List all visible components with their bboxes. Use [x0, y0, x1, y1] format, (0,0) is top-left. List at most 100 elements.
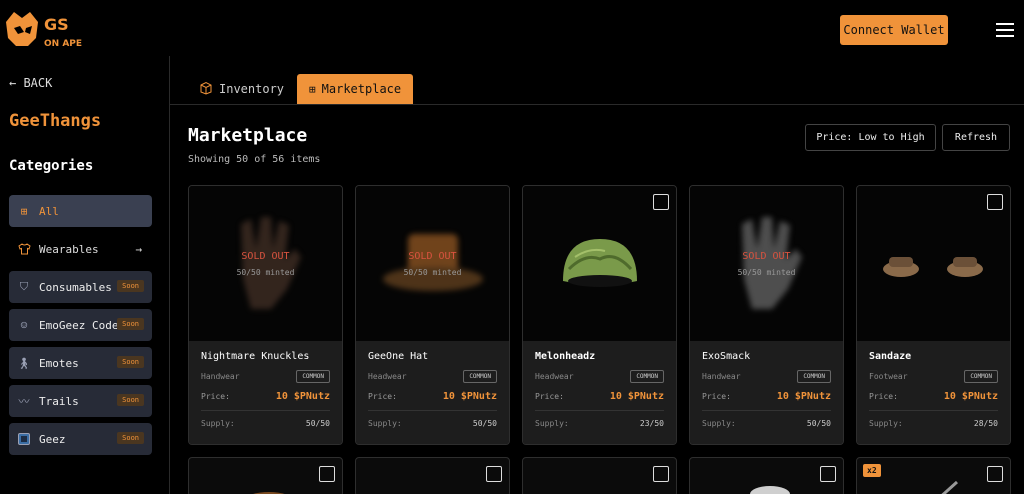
item-info: GeeOne Hat Headwear COMMON Price: 10 $PN…	[356, 341, 509, 444]
item-category: Handwear	[201, 371, 240, 381]
gs-on-ape-logo[interactable]: GS ON APE	[4, 8, 82, 54]
rarity-badge: COMMON	[964, 369, 998, 383]
price-label: Price:	[368, 392, 397, 401]
select-checkbox[interactable]	[319, 466, 335, 482]
sold-out-overlay: SOLD OUT 50/50 minted	[356, 186, 509, 341]
item-info: Sandaze Footwear COMMON Price: 10 $PNutz…	[857, 341, 1010, 444]
tab-label: Inventory	[219, 82, 285, 96]
grid-icon: ⊞	[20, 204, 28, 218]
back-link[interactable]: ← BACK	[9, 76, 52, 90]
walk-icon: 🚶︎	[17, 356, 31, 370]
item-category: Footwear	[869, 371, 908, 381]
minted-count: 50/50 minted	[236, 267, 295, 277]
item-supply: 50/50	[806, 419, 831, 428]
item-card[interactable]: SOLD OUT 50/50 minted Nightmare Knuckles…	[188, 185, 343, 445]
select-checkbox[interactable]	[653, 466, 669, 482]
item-name: Sandaze	[869, 351, 912, 362]
sold-out-label: SOLD OUT	[241, 250, 290, 262]
item-card[interactable]: SOLD OUT 50/50 minted ExoSmack Handwear …	[689, 185, 844, 445]
item-supply: 50/50	[472, 419, 497, 428]
shirt-icon	[17, 242, 31, 256]
item-name: Nightmare Knuckles	[201, 351, 310, 362]
page-title: Marketplace	[188, 125, 308, 146]
refresh-button[interactable]: Refresh	[942, 124, 1010, 151]
item-card[interactable]	[355, 457, 510, 494]
item-info: Nightmare Knuckles Handwear COMMON Price…	[189, 341, 342, 444]
items-count: Showing 50 of 56 items	[188, 154, 321, 165]
item-card[interactable]: SOLD OUT 50/50 minted GeeOne Hat Headwea…	[355, 185, 510, 445]
supply-label: Supply:	[535, 419, 569, 428]
tab-label: Marketplace	[321, 82, 402, 96]
category-label: Trails	[39, 394, 79, 408]
item-name: Melonheadz	[535, 351, 596, 362]
grid-icon: ⊞	[309, 82, 316, 96]
rarity-badge: COMMON	[296, 369, 330, 383]
category-wearables[interactable]: Wearables →	[9, 233, 152, 265]
select-checkbox[interactable]	[987, 194, 1003, 210]
supply-label: Supply:	[702, 419, 736, 428]
sort-dropdown[interactable]: Price: Low to High	[805, 124, 936, 151]
item-supply: 23/50	[639, 419, 664, 428]
item-card[interactable]	[689, 457, 844, 494]
select-checkbox[interactable]	[486, 466, 502, 482]
sold-out-label: SOLD OUT	[408, 250, 457, 262]
item-price: 10 $PNutz	[609, 391, 664, 402]
tab-inventory[interactable]: Inventory	[187, 74, 296, 104]
trail-icon: 〰	[18, 395, 30, 408]
tab-marketplace[interactable]: ⊞ Marketplace	[297, 74, 414, 104]
brand-title: GeeThangs	[9, 111, 102, 131]
item-image	[941, 480, 959, 494]
category-trails[interactable]: 〰 Trails Soon	[9, 385, 152, 417]
supply-label: Supply:	[368, 419, 402, 428]
item-price: 10 $PNutz	[275, 391, 330, 402]
category-label: Emotes	[39, 356, 79, 370]
arrow-right-icon: →	[135, 242, 142, 256]
svg-text:GS: GS	[44, 15, 69, 34]
category-label: Wearables	[39, 242, 99, 256]
item-image: SOLD OUT 50/50 minted	[690, 186, 843, 341]
soon-badge: Soon	[117, 356, 144, 368]
category-geez[interactable]: Geez Soon	[9, 423, 152, 455]
item-card[interactable]: Sandaze Footwear COMMON Price: 10 $PNutz…	[856, 185, 1011, 445]
rarity-badge: COMMON	[797, 369, 831, 383]
view-tabs: Inventory ⊞ Marketplace	[187, 74, 414, 104]
shield-icon: ⛉	[19, 280, 29, 293]
item-card[interactable]	[522, 457, 677, 494]
sandals-image	[882, 256, 983, 277]
rarity-badge: COMMON	[630, 369, 664, 383]
soon-badge: Soon	[117, 394, 144, 406]
rarity-badge: COMMON	[463, 369, 497, 383]
select-checkbox[interactable]	[820, 466, 836, 482]
supply-label: Supply:	[869, 419, 903, 428]
category-label: Consumables	[39, 280, 112, 294]
price-label: Price:	[535, 392, 564, 401]
item-supply: 50/50	[305, 419, 330, 428]
category-label: All	[39, 204, 59, 218]
item-image: SOLD OUT 50/50 minted	[189, 186, 342, 341]
item-card[interactable]: Melonheadz Headwear COMMON Price: 10 $PN…	[522, 185, 677, 445]
item-image	[523, 186, 676, 341]
connect-wallet-button[interactable]: Connect Wallet	[840, 15, 948, 45]
item-category: Headwear	[535, 371, 574, 381]
soon-badge: Soon	[117, 432, 144, 444]
sold-out-overlay: SOLD OUT 50/50 minted	[690, 186, 843, 341]
minted-count: 50/50 minted	[403, 267, 462, 277]
select-checkbox[interactable]	[987, 466, 1003, 482]
sold-out-overlay: SOLD OUT 50/50 minted	[189, 186, 342, 341]
category-consumables[interactable]: ⛉ Consumables Soon	[9, 271, 152, 303]
price-label: Price:	[201, 392, 230, 401]
price-label: Price:	[869, 392, 898, 401]
category-label: EmoGeez Code	[39, 318, 119, 332]
select-checkbox[interactable]	[653, 194, 669, 210]
item-card[interactable]	[188, 457, 343, 494]
category-emogeez-code[interactable]: ☺ EmoGeez Code Soon	[9, 309, 152, 341]
minted-count: 50/50 minted	[737, 267, 796, 277]
category-emotes[interactable]: 🚶︎ Emotes Soon	[9, 347, 152, 379]
item-image	[857, 186, 1010, 341]
geez-icon	[17, 432, 31, 446]
item-price: 10 $PNutz	[943, 391, 998, 402]
category-all[interactable]: ⊞ All	[9, 195, 152, 227]
item-card[interactable]: x2	[856, 457, 1011, 494]
hamburger-menu-icon[interactable]	[996, 23, 1014, 37]
item-image: SOLD OUT 50/50 minted	[356, 186, 509, 341]
